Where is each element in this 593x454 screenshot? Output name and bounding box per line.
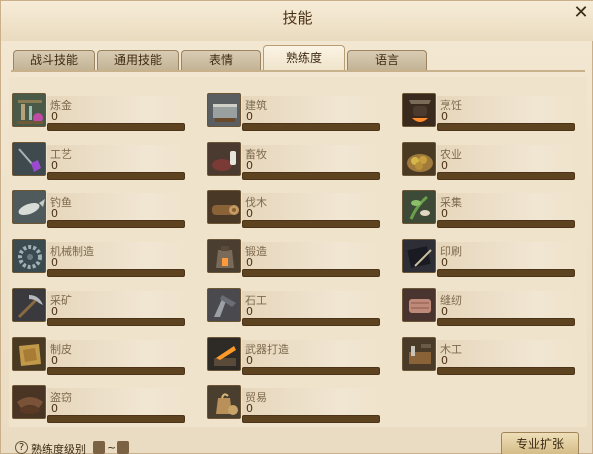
smithing-icon xyxy=(207,239,241,274)
machining-icon xyxy=(12,239,46,274)
skill-progress-bar xyxy=(437,269,575,278)
skill-value: 0 xyxy=(441,207,448,221)
skill-entry[interactable]: 机械制造 0 xyxy=(9,235,189,279)
skill-entry[interactable]: 印刷 0 xyxy=(399,235,579,279)
skill-value: 0 xyxy=(246,158,253,172)
skill-entry[interactable]: 工艺 0 xyxy=(9,138,189,182)
window-title: 技能 xyxy=(282,9,313,27)
weaponsmith-icon xyxy=(207,336,241,371)
printing-icon xyxy=(402,239,436,274)
skill-entry[interactable]: 钓鱼 0 xyxy=(9,186,189,230)
fishing-icon xyxy=(12,190,46,225)
skill-value: 0 xyxy=(246,353,253,367)
skill-progress-bar xyxy=(437,123,575,131)
skill-value: 0 xyxy=(441,256,448,270)
skill-entry[interactable]: 炼金 0 xyxy=(9,89,189,133)
skill-progress-bar xyxy=(437,220,575,229)
proficiency-level-label: 熟练度级别 xyxy=(31,443,86,454)
mining-icon xyxy=(12,287,46,322)
tab-combat-skills[interactable]: 战斗技能 xyxy=(13,50,95,71)
skill-entry[interactable]: 制皮 0 xyxy=(9,333,189,377)
skill-entry[interactable]: 烹饪 0 xyxy=(399,89,579,133)
skill-value: 0 xyxy=(246,402,253,416)
skill-value: 0 xyxy=(246,304,253,318)
title-bar: 技能 ✕ xyxy=(1,1,593,41)
expand-profession-button[interactable]: 专业扩张 xyxy=(501,432,579,454)
skill-entry[interactable]: 畜牧 0 xyxy=(204,138,384,182)
leatherwork-icon xyxy=(12,336,46,371)
carpentry-icon xyxy=(402,336,436,371)
skill-progress-bar xyxy=(242,366,380,375)
farming-icon xyxy=(402,141,436,176)
skill-progress-bar xyxy=(437,317,575,326)
gathering-icon xyxy=(402,190,436,225)
skill-value: 0 xyxy=(51,207,58,221)
skill-progress-bar xyxy=(242,171,380,180)
tab-emotes[interactable]: 表情 xyxy=(181,50,261,71)
skill-value: 0 xyxy=(51,158,58,172)
tab-divider xyxy=(11,70,585,72)
skill-value: 0 xyxy=(246,110,253,123)
skill-value: 0 xyxy=(51,304,58,318)
skill-value: 0 xyxy=(246,256,253,270)
tab-proficiency[interactable]: 熟练度 xyxy=(263,45,345,71)
skill-entry[interactable]: 农业 0 xyxy=(399,138,579,182)
larceny-icon xyxy=(12,385,46,420)
tailoring-icon xyxy=(402,287,436,322)
rank-start-icon xyxy=(93,441,105,454)
skill-progress-bar xyxy=(47,171,185,180)
skill-entry[interactable]: 采矿 0 xyxy=(9,284,189,328)
skill-value: 0 xyxy=(51,110,58,123)
close-icon[interactable]: ✕ xyxy=(571,3,591,23)
skill-progress-bar xyxy=(242,220,380,229)
cooking-icon xyxy=(402,93,436,127)
skill-progress-bar xyxy=(242,123,380,131)
skill-value: 0 xyxy=(441,353,448,367)
masonry-icon xyxy=(207,287,241,322)
logging-icon xyxy=(207,190,241,225)
tab-language[interactable]: 语言 xyxy=(347,50,427,71)
skill-value: 0 xyxy=(51,353,58,367)
alchemy-icon xyxy=(12,93,46,127)
skill-progress-bar xyxy=(437,366,575,375)
skill-progress-bar xyxy=(47,415,185,424)
handicraft-icon xyxy=(12,141,46,176)
tab-general-skills[interactable]: 通用技能 xyxy=(97,50,179,71)
skill-entry[interactable]: 木工 0 xyxy=(399,333,579,377)
skill-entry[interactable]: 石工 0 xyxy=(204,284,384,328)
skill-entry[interactable]: 贸易 0 xyxy=(204,381,384,425)
commerce-icon xyxy=(207,385,241,420)
skill-entry[interactable]: 建筑 0 xyxy=(204,89,384,133)
skill-value: 0 xyxy=(441,158,448,172)
skill-progress-bar xyxy=(47,123,185,131)
rank-end-icon xyxy=(117,441,129,454)
skill-progress-bar xyxy=(437,171,575,180)
skill-entry[interactable]: 采集 0 xyxy=(399,186,579,230)
help-icon[interactable]: ? xyxy=(15,441,28,454)
skill-entry[interactable]: 缝纫 0 xyxy=(399,284,579,328)
skill-value: 0 xyxy=(51,402,58,416)
skill-progress-bar xyxy=(242,415,380,424)
skill-value: 0 xyxy=(246,207,253,221)
skill-entry[interactable]: 伐木 0 xyxy=(204,186,384,230)
skill-progress-bar xyxy=(242,317,380,326)
skill-value: 0 xyxy=(441,110,448,123)
skill-progress-bar xyxy=(242,269,380,278)
skill-progress-bar xyxy=(47,220,185,229)
skill-progress-bar xyxy=(47,317,185,326)
skill-progress-bar xyxy=(47,366,185,375)
skill-value: 0 xyxy=(51,256,58,270)
skills-window: 技能 ✕ 战斗技能 通用技能 表情 熟练度 语言 炼金 0 建筑 0 烹饪 0 工艺 0 畜牧 0… xyxy=(0,0,593,454)
skill-entry[interactable]: 锻造 0 xyxy=(204,235,384,279)
proficiency-list: 炼金 0 建筑 0 烹饪 0 工艺 0 畜牧 0 农业 0 钓鱼 0 伐木 0 采集 0 机械制造 0 锻造 0 印刷 0 采矿… xyxy=(9,77,587,427)
skill-value: 0 xyxy=(441,304,448,318)
skill-progress-bar xyxy=(47,269,185,278)
footer: ? 熟练度级别 ~ 专业扩张 xyxy=(1,427,593,454)
skill-entry[interactable]: 盗窃 0 xyxy=(9,381,189,425)
husbandry-icon xyxy=(207,141,241,176)
range-separator: ~ xyxy=(107,441,117,454)
skill-entry[interactable]: 武器打造 0 xyxy=(204,333,384,377)
construction-icon xyxy=(207,93,241,127)
